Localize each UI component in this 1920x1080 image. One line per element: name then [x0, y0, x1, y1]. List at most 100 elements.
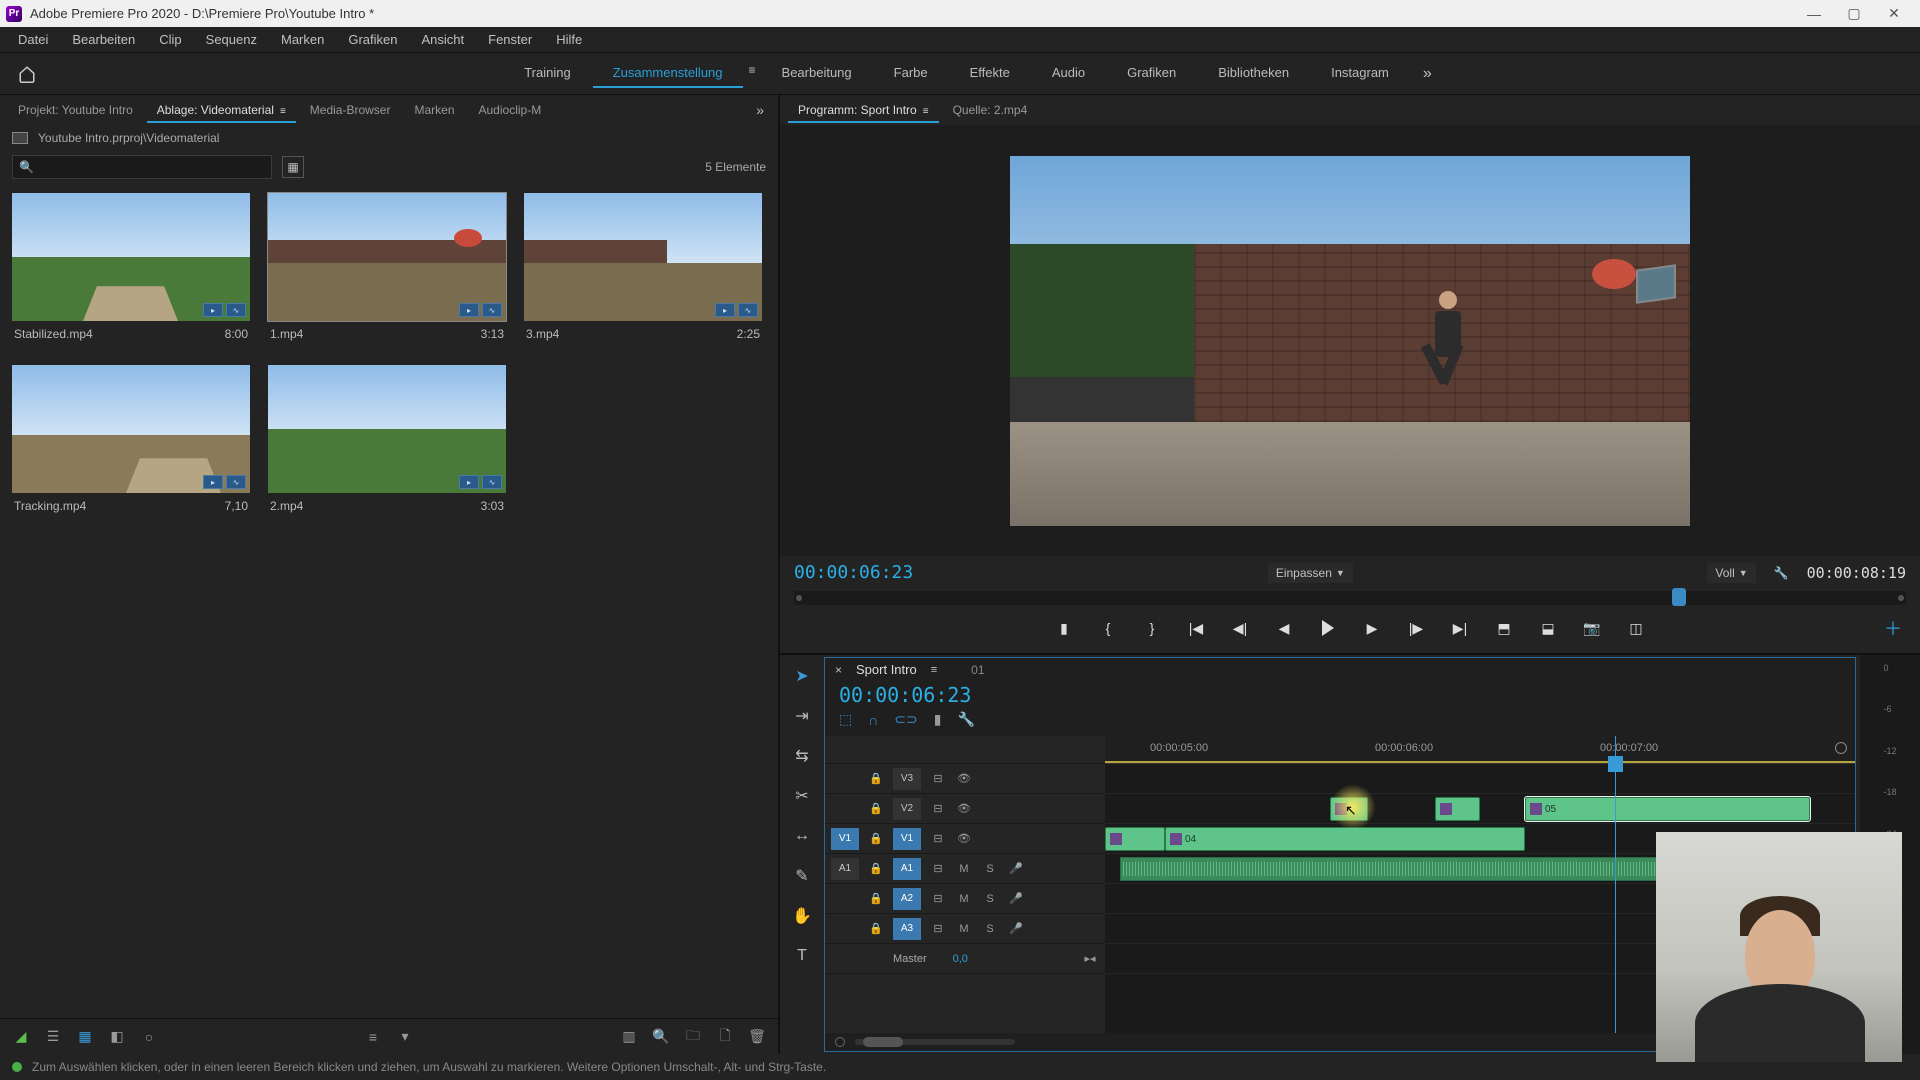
- tab-ablage[interactable]: Ablage: Videomaterial≡: [147, 99, 296, 121]
- trash-icon[interactable]: 🗑: [748, 1028, 766, 1046]
- play-button[interactable]: [1317, 617, 1339, 639]
- ws-training[interactable]: Training: [504, 59, 590, 88]
- ws-zusammenstellung[interactable]: Zusammenstellung: [593, 59, 743, 88]
- v2-lane[interactable]: 05 ↖: [1105, 794, 1855, 824]
- solo-icon[interactable]: S: [981, 893, 999, 905]
- icon-view-icon[interactable]: ▦: [76, 1028, 94, 1046]
- master-value[interactable]: 0,0: [953, 953, 968, 965]
- marker-icon[interactable]: ▮: [934, 711, 942, 728]
- sync-lock-icon[interactable]: ⊟: [929, 922, 947, 935]
- track-label[interactable]: A1: [893, 858, 921, 880]
- selection-tool-icon[interactable]: ➤: [789, 663, 815, 689]
- playhead-handle[interactable]: [1672, 588, 1686, 606]
- frame-fwd-icon[interactable]: ▶: [1361, 617, 1383, 639]
- bin-icon[interactable]: [12, 132, 28, 144]
- v3-lane[interactable]: [1105, 764, 1855, 794]
- close-button[interactable]: ✕: [1874, 0, 1914, 27]
- mark-out-bracket-icon[interactable]: }: [1141, 617, 1163, 639]
- sort-dir-icon[interactable]: ▾: [396, 1028, 414, 1046]
- lock-icon[interactable]: 🔒: [867, 832, 885, 845]
- tab-media-browser[interactable]: Media-Browser: [300, 99, 401, 121]
- playhead[interactable]: [1615, 736, 1616, 1033]
- track-a3[interactable]: 🔒A3⊟MS🎤: [825, 914, 1105, 944]
- ripple-tool-icon[interactable]: ⇆: [789, 743, 815, 769]
- panel-menu-icon[interactable]: ≡: [280, 106, 286, 117]
- new-item-icon[interactable]: 🗋: [716, 1028, 734, 1046]
- mark-in-icon[interactable]: ▮: [1053, 617, 1075, 639]
- ws-bearbeitung[interactable]: Bearbeitung: [762, 59, 872, 88]
- menu-bearbeiten[interactable]: Bearbeiten: [62, 29, 145, 50]
- panel-overflow-icon[interactable]: »: [750, 102, 770, 118]
- go-to-in-icon[interactable]: |◀: [1185, 617, 1207, 639]
- sync-lock-icon[interactable]: ⊟: [929, 772, 947, 785]
- automate-icon[interactable]: ▥: [620, 1028, 638, 1046]
- sequence-name[interactable]: Sport Intro: [856, 662, 917, 677]
- lock-icon[interactable]: 🔒: [867, 862, 885, 875]
- linked-sel-icon[interactable]: ⊂⊃: [894, 711, 917, 728]
- ws-overflow-icon[interactable]: »: [1411, 59, 1444, 89]
- timeline-clip[interactable]: [1330, 797, 1368, 821]
- new-bin-icon[interactable]: 🗀: [684, 1028, 702, 1046]
- track-a2[interactable]: 🔒A2⊟MS🎤: [825, 884, 1105, 914]
- track-label[interactable]: A2: [893, 888, 921, 910]
- clip-2mp4[interactable]: ▸∿ 2.mp43:03: [268, 365, 506, 519]
- eye-icon[interactable]: 👁: [955, 772, 973, 785]
- mark-in-bracket-icon[interactable]: {: [1097, 617, 1119, 639]
- ws-grafiken[interactable]: Grafiken: [1107, 59, 1196, 88]
- voiceover-icon[interactable]: 🎤: [1007, 892, 1025, 905]
- footage-filter-icon[interactable]: ◢: [12, 1028, 30, 1046]
- extract-icon[interactable]: ⬓: [1537, 617, 1559, 639]
- step-fwd-icon[interactable]: |▶: [1405, 617, 1427, 639]
- track-label[interactable]: A3: [893, 918, 921, 940]
- tab-marken[interactable]: Marken: [404, 99, 464, 121]
- voiceover-icon[interactable]: 🎤: [1007, 862, 1025, 875]
- zoom-thumb[interactable]: [863, 1037, 903, 1047]
- menu-hilfe[interactable]: Hilfe: [546, 29, 592, 50]
- frame-back-icon[interactable]: ◀: [1273, 617, 1295, 639]
- timeline-clip[interactable]: [1435, 797, 1480, 821]
- track-label[interactable]: V3: [893, 768, 921, 790]
- source-patch[interactable]: V1: [831, 828, 859, 850]
- quality-dropdown[interactable]: Voll▼: [1707, 563, 1755, 583]
- sync-lock-icon[interactable]: ⊟: [929, 832, 947, 845]
- menu-ansicht[interactable]: Ansicht: [411, 29, 474, 50]
- solo-icon[interactable]: S: [981, 863, 999, 875]
- tab-audioclip[interactable]: Audioclip-M: [469, 99, 552, 121]
- mute-icon[interactable]: M: [955, 863, 973, 875]
- timeline-clip[interactable]: [1105, 827, 1165, 851]
- track-v2[interactable]: 🔒V2⊟👁: [825, 794, 1105, 824]
- ws-farbe[interactable]: Farbe: [874, 59, 948, 88]
- razor-tool-icon[interactable]: ✂: [789, 783, 815, 809]
- hand-tool-icon[interactable]: ✋: [789, 903, 815, 929]
- clip-3mp4[interactable]: ▸∿ 3.mp42:25: [524, 193, 762, 347]
- program-viewer[interactable]: [1010, 156, 1690, 526]
- zoom-slider-icon[interactable]: ○: [140, 1028, 158, 1046]
- sync-lock-icon[interactable]: ⊟: [929, 892, 947, 905]
- export-frame-icon[interactable]: 📷: [1581, 617, 1603, 639]
- time-ruler[interactable]: 00:00:05:00 00:00:06:00 00:00:07:00: [1105, 736, 1855, 764]
- track-label[interactable]: V1: [893, 828, 921, 850]
- lift-icon[interactable]: ⬒: [1493, 617, 1515, 639]
- lock-icon[interactable]: 🔒: [867, 892, 885, 905]
- settings-icon[interactable]: 🔧: [1774, 566, 1789, 580]
- sync-lock-icon[interactable]: ⊟: [929, 862, 947, 875]
- track-v3[interactable]: 🔒V3⊟👁: [825, 764, 1105, 794]
- sync-lock-icon[interactable]: ⊟: [929, 802, 947, 815]
- tab-quelle[interactable]: Quelle: 2.mp4: [943, 99, 1038, 121]
- track-v1[interactable]: V1🔒V1⊟👁: [825, 824, 1105, 854]
- button-editor-icon[interactable]: ＋: [1884, 615, 1902, 641]
- menu-datei[interactable]: Datei: [8, 29, 58, 50]
- list-view-icon[interactable]: ☰: [44, 1028, 62, 1046]
- mute-icon[interactable]: M: [955, 923, 973, 935]
- program-tc-current[interactable]: 00:00:06:23: [794, 562, 913, 583]
- seq-menu-icon[interactable]: ≡: [931, 664, 937, 676]
- ws-panel-menu-icon[interactable]: ≡: [745, 59, 760, 88]
- ws-effekte[interactable]: Effekte: [950, 59, 1030, 88]
- zoom-start-icon[interactable]: [835, 1037, 845, 1047]
- solo-icon[interactable]: S: [981, 923, 999, 935]
- menu-marken[interactable]: Marken: [271, 29, 334, 50]
- timeline-clip[interactable]: 04: [1165, 827, 1525, 851]
- step-back-icon[interactable]: ◀|: [1229, 617, 1251, 639]
- close-seq-icon[interactable]: ×: [835, 663, 842, 677]
- ws-audio[interactable]: Audio: [1032, 59, 1105, 88]
